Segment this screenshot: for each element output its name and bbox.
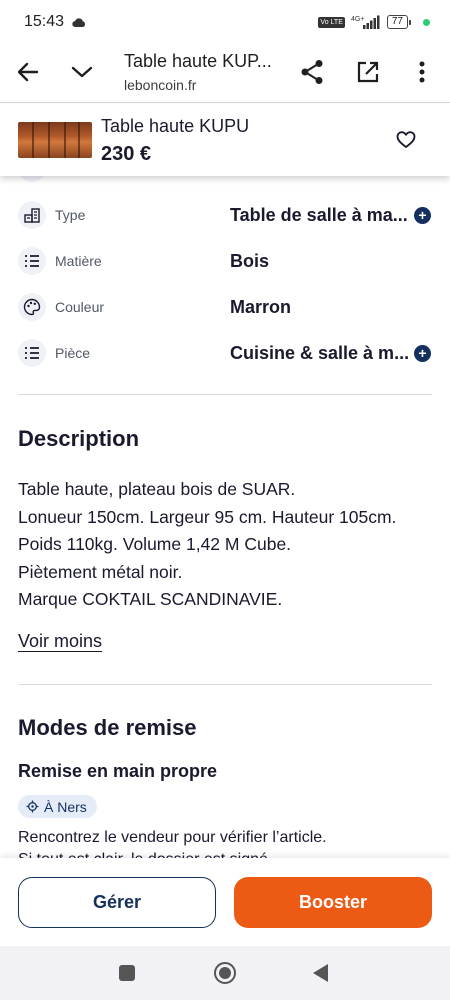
back-triangle-icon[interactable]: [313, 964, 328, 982]
recents-icon[interactable]: [119, 965, 135, 981]
share-icon[interactable]: [294, 54, 330, 90]
attribute-value: Marron: [230, 296, 292, 317]
list-icon: [18, 339, 46, 367]
attribute-value: Cuisine & salle à m...: [230, 342, 410, 363]
page-title: Table haute KUP...: [124, 51, 272, 71]
page-domain: leboncoin.fr: [124, 77, 197, 93]
delivery-title: Modes de remise: [18, 715, 197, 740]
url-block[interactable]: Table haute KUP... leboncoin.fr: [124, 51, 284, 93]
furniture-type-icon: [18, 201, 46, 229]
cloud-icon: [72, 17, 86, 27]
description-line: Table haute, plateau bois de SUAR.: [18, 479, 296, 499]
browser-toolbar: Table haute KUP... leboncoin.fr: [0, 44, 450, 100]
palette-icon: [18, 293, 46, 321]
attribute-row-type: Type Table de salle à ma... +: [0, 195, 450, 235]
attribute-row-room: Pièce Cuisine & salle à m... +: [0, 333, 450, 373]
description-title: Description: [18, 426, 140, 451]
attribute-row-material: Matière Bois: [0, 241, 450, 281]
status-bar: 15:43 Vo LTE 4G+ 77: [0, 0, 450, 44]
see-less-link[interactable]: Voir moins: [18, 631, 102, 652]
location-target-icon: [26, 800, 39, 813]
plus-icon[interactable]: +: [414, 206, 431, 224]
heart-icon[interactable]: [396, 130, 416, 150]
ad-thumbnail: [18, 122, 92, 158]
attribute-row-color: Couleur Marron: [0, 287, 450, 327]
volte-icon: Vo LTE: [318, 16, 345, 28]
signal-icon: 4G+: [351, 15, 381, 29]
section-divider: [18, 394, 432, 395]
attribute-label: Couleur: [55, 299, 105, 315]
manage-button[interactable]: Gérer: [18, 877, 216, 928]
description-line: Lonueur 150cm. Largeur 95 cm. Hauteur 10…: [18, 506, 397, 527]
plus-icon[interactable]: +: [414, 344, 431, 362]
ad-title: Table haute KUPU: [101, 116, 250, 136]
attribute-label: Matière: [55, 253, 102, 269]
boost-button[interactable]: Booster: [234, 877, 432, 928]
bottom-action-bar: Gérer Booster: [0, 858, 450, 946]
status-time: 15:43: [24, 13, 65, 30]
location-chip: À Ners: [18, 795, 97, 818]
description-line: Marque COKTAIL SCANDINAVIE.: [18, 589, 283, 609]
description-line: Piètement métal noir.: [18, 561, 183, 582]
more-vert-icon[interactable]: [404, 54, 440, 90]
chevron-down-icon[interactable]: [64, 54, 100, 90]
description-text: Table haute, plateau bois de SUAR. Lonue…: [18, 476, 438, 614]
delivery-subtitle: Remise en main propre: [18, 761, 218, 781]
attribute-value: Table de salle à ma...: [230, 204, 408, 225]
back-arrow-icon[interactable]: [10, 54, 46, 90]
toolbar-divider: [0, 102, 450, 103]
sticky-ad-header[interactable]: Table haute KUPU 230 €: [0, 104, 450, 176]
open-external-icon[interactable]: [350, 54, 386, 90]
attribute-value: Bois: [230, 250, 270, 271]
description-line: Poids 110kg. Volume 1,42 M Cube.: [18, 534, 292, 554]
attribute-label: Type: [55, 207, 86, 223]
home-icon[interactable]: [214, 962, 236, 984]
system-nav-bar: [0, 946, 450, 1000]
list-icon: [18, 247, 46, 275]
privacy-indicator-dot: [423, 18, 430, 26]
attribute-label: Pièce: [55, 345, 91, 361]
battery-icon: 77: [386, 15, 411, 29]
svg-text:4G+: 4G+: [351, 16, 364, 23]
location-label: À Ners: [44, 798, 87, 815]
ad-price: 230 €: [101, 143, 152, 165]
delivery-text: Rencontrez le vendeur pour vérifier l’ar…: [18, 829, 327, 846]
section-divider: [18, 684, 432, 685]
